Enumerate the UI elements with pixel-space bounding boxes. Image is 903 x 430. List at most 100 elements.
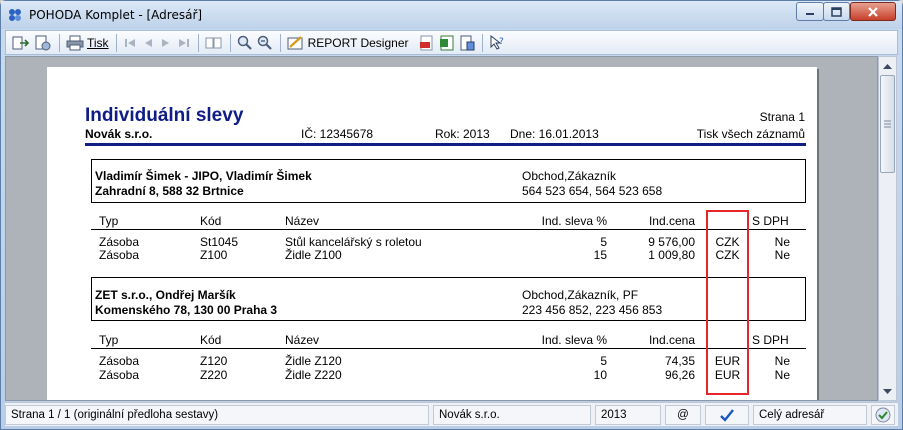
toolbar-separator	[481, 33, 483, 52]
excel-export-button[interactable]	[439, 34, 455, 52]
excel-icon	[439, 35, 453, 50]
zoom-out-button[interactable]	[257, 34, 273, 52]
grip-icon	[884, 120, 891, 128]
window-title: POHODA Komplet - [Adresář]	[29, 8, 203, 22]
svg-text:?: ?	[499, 37, 504, 47]
main-window: POHODA Komplet - [Adresář] Tisk REPORT D…	[0, 0, 903, 430]
scroll-up-icon	[883, 63, 892, 69]
status-bar: Strana 1 / 1 (originální předloha sestav…	[5, 402, 898, 426]
cell-nazev: Židle Z120	[285, 354, 342, 368]
cell-sdph: Ne	[774, 235, 790, 249]
report-date: Dne: 16.01.2013	[510, 127, 599, 141]
cell-typ: Zásoba	[99, 354, 140, 368]
close-icon	[868, 6, 878, 17]
column-header-nazev: Název	[285, 214, 320, 228]
column-header-cena: Ind.cena	[648, 214, 695, 228]
status-company: Novák s.r.o.	[433, 405, 591, 425]
column-header-typ: Typ	[99, 214, 119, 228]
report-year: Rok: 2013	[435, 127, 490, 141]
scrollbar-thumb[interactable]	[880, 75, 895, 173]
cell-sleva: 10	[593, 368, 607, 382]
maximize-button[interactable]	[823, 2, 850, 21]
cell-sleva: 5	[600, 235, 607, 249]
two-pages-button[interactable]	[205, 34, 223, 52]
minimize-button[interactable]	[796, 2, 824, 21]
currency-column-highlight	[706, 210, 749, 395]
status-scope: Celý adresář	[753, 405, 867, 425]
column-header-kod: Kód	[200, 214, 222, 228]
zoom-in-button[interactable]	[237, 34, 253, 52]
contact-roles: Obchod,Zákazník	[522, 169, 617, 183]
contact-phones: 564 523 654, 564 523 658	[522, 184, 663, 198]
table-header-line	[91, 348, 806, 349]
page-setup-icon	[35, 35, 51, 50]
cell-nazev: Židle Z220	[285, 368, 342, 382]
cell-sleva: 5	[600, 354, 607, 368]
pdf-icon	[419, 35, 432, 50]
column-header-kod: Kód	[200, 333, 222, 347]
export-icon	[12, 36, 30, 49]
ok-status-icon	[875, 407, 891, 423]
scroll-up-button[interactable]	[879, 57, 896, 74]
column-header-sleva: Ind. sleva %	[541, 214, 607, 228]
contact-phones: 223 456 852, 223 456 853	[522, 303, 663, 317]
column-header-sdph: S DPH	[752, 333, 789, 347]
cell-kod: Z100	[200, 248, 228, 262]
checkmark-icon	[720, 409, 734, 422]
cell-cena: 96,26	[664, 368, 695, 382]
column-header-nazev: Název	[285, 333, 320, 347]
report-designer-button[interactable]: REPORT Designer	[287, 34, 409, 52]
first-page-icon	[124, 38, 135, 47]
table-header-line	[91, 229, 806, 230]
scroll-down-button[interactable]	[879, 383, 896, 400]
print-button[interactable]: Tisk	[66, 34, 109, 52]
help-button[interactable]: ?	[489, 34, 505, 52]
report-ic: IČ: 12345678	[301, 127, 374, 141]
cell-kod: St1045	[200, 235, 239, 249]
status-at: @	[665, 405, 701, 425]
two-pages-icon	[205, 37, 222, 48]
status-check	[705, 405, 749, 425]
toolbar-separator	[59, 33, 60, 52]
minimize-icon	[806, 12, 814, 15]
vertical-scrollbar[interactable]	[878, 56, 897, 401]
report-page: Individuální slevy Strana 1 Novák s.r.o.…	[47, 67, 817, 400]
export-button[interactable]	[12, 34, 30, 52]
zoom-out-icon	[257, 35, 272, 50]
contact-name: Vladimír Šimek - JIPO, Vladimír Šimek	[95, 169, 312, 183]
status-year: 2013	[595, 405, 661, 425]
report-company: Novák s.r.o.	[85, 127, 153, 141]
first-page-button[interactable]	[123, 34, 137, 52]
pohoda-app-icon	[7, 7, 23, 23]
contact-roles: Obchod,Zákazník, PF	[522, 288, 639, 302]
last-page-button[interactable]	[177, 34, 191, 52]
close-button[interactable]	[850, 2, 896, 21]
column-header-sleva: Ind. sleva %	[541, 333, 607, 347]
previous-page-icon	[144, 38, 152, 47]
cell-typ: Zásoba	[99, 235, 140, 249]
page-setup-button[interactable]	[34, 34, 52, 52]
cell-cena: 74,35	[664, 354, 695, 368]
report-page-number: Strana 1	[759, 110, 805, 124]
contact-name: ZET s.r.o., Ondřej Maršík	[95, 288, 236, 302]
next-page-button[interactable]	[159, 34, 173, 52]
document-send-icon	[460, 35, 474, 50]
maximize-icon	[831, 6, 842, 17]
status-page-info: Strana 1 / 1 (originální předloha sestav…	[5, 405, 429, 425]
cell-cena: 9 576,00	[648, 235, 695, 249]
cell-nazev: Židle Z100	[285, 248, 342, 262]
report-designer-label: REPORT Designer	[307, 35, 409, 50]
cell-typ: Zásoba	[99, 368, 140, 382]
cell-sleva: 15	[593, 248, 607, 262]
next-page-icon	[161, 38, 169, 47]
contact-address: Zahradní 8, 588 32 Brtnice	[95, 184, 244, 198]
previous-page-button[interactable]	[141, 34, 155, 52]
pdf-export-button[interactable]	[419, 34, 435, 52]
email-export-button[interactable]	[459, 34, 475, 52]
report-header-rule	[85, 143, 806, 146]
toolbar-separator	[197, 33, 199, 52]
toolbar: Tisk REPORT Designer ?	[5, 30, 898, 55]
help-cursor-icon: ?	[490, 34, 504, 50]
print-label: Tisk	[87, 35, 109, 50]
report-preview[interactable]: Individuální slevy Strana 1 Novák s.r.o.…	[5, 56, 878, 401]
